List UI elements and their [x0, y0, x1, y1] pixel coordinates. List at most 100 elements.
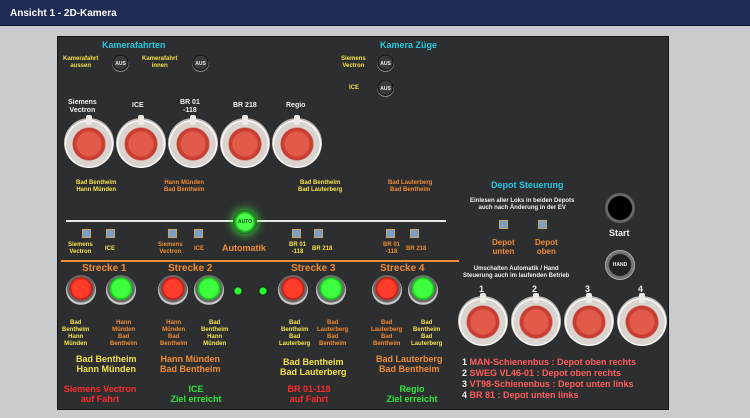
- strecke-3-green-label: Bad Lauterberg Bad Bentheim: [317, 320, 349, 347]
- route-label-1: Bad Bentheim Hann Münden: [76, 180, 117, 193]
- depot-knob-2[interactable]: [511, 293, 561, 346]
- strecke-2-red-button[interactable]: [158, 275, 188, 305]
- checkbox-g3-br01[interactable]: [292, 229, 301, 238]
- aus-label: AUS: [115, 60, 126, 67]
- strecke-1-title: Strecke 1: [82, 263, 127, 274]
- strecke-4-title: Strecke 4: [380, 263, 425, 274]
- depot-knob-4[interactable]: [617, 293, 667, 346]
- strecke-3-status-1: BR 01-118: [287, 384, 331, 394]
- strecke-1-red-button[interactable]: [66, 275, 96, 305]
- strecke-2-status: ICE Ziel erreicht: [166, 384, 226, 404]
- strecke-3-title: Strecke 3: [291, 263, 336, 274]
- checkbox-g4-br01-label: BR 01 -118: [383, 242, 401, 255]
- kamerafahrt-aussen-toggle[interactable]: AUS: [112, 55, 129, 72]
- strecke-4-green-button[interactable]: [408, 275, 438, 305]
- depot-knob-3[interactable]: [564, 293, 614, 346]
- control-panel: Kamerafahrten Kamerafahrt aussen AUS Kam…: [57, 36, 669, 410]
- strecke-2-red-label: Hann Münden Bad Bentheim: [160, 320, 188, 347]
- checkbox-g3-br218-label: BR 218: [312, 246, 333, 252]
- depot-unten-label: Depot unten: [492, 238, 515, 257]
- depot-list-item: 4 BR 81 : Depot unten links: [462, 390, 636, 401]
- strecke-2-route: Hann Münden Bad Bentheim: [160, 354, 221, 375]
- strecke-1-route: Bad Bentheim Hann Münden: [76, 354, 137, 375]
- strecke-3-route: Bad Bentheim Bad Lauterberg: [280, 357, 347, 378]
- knob-label-siemens-vectron: Siemens Vectron: [68, 99, 97, 115]
- depot-list-item: 3 VT98-Schienenbus : Depot unten links: [462, 379, 636, 390]
- strecke-3-red-button[interactable]: [278, 275, 308, 305]
- auto-toggle[interactable]: AUTO: [233, 210, 257, 234]
- strecke-4-red-button[interactable]: [372, 275, 402, 305]
- kamerafahrt-innen-toggle[interactable]: AUS: [192, 55, 209, 72]
- strecke-3-status: BR 01-118 auf Fahrt: [276, 384, 342, 404]
- checkbox-g4-br01[interactable]: [386, 229, 395, 238]
- ice-cam-label: ICE: [349, 85, 360, 91]
- aus-label: AUS: [380, 85, 391, 92]
- depot-einlesen-text: Einlesen aller Loks in beiden Depots auc…: [470, 198, 575, 211]
- knob-br01[interactable]: [168, 115, 218, 168]
- window-title: Ansicht 1 - 2D-Kamera: [10, 8, 117, 19]
- start-label: Start: [609, 228, 630, 238]
- strecke-2-status-2: Ziel erreicht: [170, 394, 222, 404]
- checkbox-g2-ice[interactable]: [194, 229, 203, 238]
- route-label-2: Hann Münden Bad Bentheim: [164, 180, 205, 193]
- knob-label-ice: ICE: [132, 102, 144, 109]
- strecke-1-green-label: Hann Münden Bad Bentheim: [110, 320, 138, 347]
- ice-cam-toggle[interactable]: AUS: [377, 80, 394, 97]
- strecke-2-title: Strecke 2: [168, 263, 213, 274]
- depot-list: 1 MAN-Schienenbus : Depot oben rechts 2 …: [462, 357, 636, 401]
- strecke-1-green-button[interactable]: [106, 275, 136, 305]
- kamerafahrt-aussen-label: Kamerafahrt aussen: [63, 56, 99, 69]
- umschalten-text: Umschalten Automatik / Hand Steuerung au…: [463, 266, 570, 279]
- route-label-4: Bad Lauterberg Bad Bentheim: [388, 180, 433, 193]
- checkbox-g2-ice-label: ICE: [194, 246, 205, 252]
- checkbox-g4-br218[interactable]: [410, 229, 419, 238]
- hand-toggle[interactable]: HAND: [605, 250, 635, 280]
- depot-list-item: 2 SWEG VL46-01 : Depot oben rechts: [462, 368, 636, 379]
- strecke-1-red-label: Bad Bentheim Hann Münden: [62, 320, 90, 347]
- hand-label: HAND: [612, 262, 628, 268]
- strecke-3-red-label: Bad Bentheim Bad Lauterberg: [279, 320, 311, 347]
- checkbox-g3-br01-label: BR 01 -118: [289, 242, 307, 255]
- strecke-3-status-2: auf Fahrt: [289, 394, 329, 404]
- checkbox-g2-siemens[interactable]: [168, 229, 177, 238]
- strecke-1-status-1: Siemens Vectron: [63, 384, 137, 394]
- route-label-3: Bad Bentheim Bad Lauterberg: [298, 180, 343, 193]
- strecke-4-route: Bad Lauterberg Bad Bentheim: [376, 354, 443, 375]
- auto-label: AUTO: [237, 219, 253, 225]
- knob-label-br01: BR 01 -118: [180, 99, 200, 115]
- strecke-1-status-2: auf Fahrt: [80, 394, 120, 404]
- strecke-2-green-button[interactable]: [194, 275, 224, 305]
- window-title-bar: Ansicht 1 - 2D-Kamera: [0, 0, 750, 26]
- kamera-zuege-title: Kamera Züge: [380, 40, 438, 50]
- siemens-vectron-cam-toggle[interactable]: AUS: [377, 55, 394, 72]
- checkbox-g1-siemens-label: Siemens Vectron: [68, 242, 93, 255]
- strecke-4-status: Regio Ziel erreicht: [378, 384, 446, 404]
- aus-label: AUS: [380, 60, 391, 67]
- checkbox-depot-oben[interactable]: [538, 220, 547, 229]
- depot-list-text: MAN-Schienenbus : Depot oben rechts: [469, 357, 637, 367]
- checkbox-g1-ice[interactable]: [106, 229, 115, 238]
- depot-oben-label: Depot oben: [535, 238, 558, 257]
- depot-list-text: BR 81 : Depot unten links: [469, 390, 579, 400]
- checkbox-g3-br218[interactable]: [314, 229, 323, 238]
- strecke-4-status-1: Regio: [399, 384, 425, 394]
- strecke-3-green-button[interactable]: [316, 275, 346, 305]
- knob-ice[interactable]: [116, 115, 166, 168]
- depot-knob-1[interactable]: [458, 293, 508, 346]
- knob-br218[interactable]: [220, 115, 270, 168]
- start-button[interactable]: [605, 193, 635, 223]
- strecke-4-status-2: Ziel erreicht: [386, 394, 438, 404]
- automatik-label: Automatik: [222, 243, 267, 253]
- checkbox-g4-br218-label: BR 218: [406, 246, 427, 252]
- checkbox-depot-unten[interactable]: [499, 220, 508, 229]
- strecke-2-status-1: ICE: [188, 384, 204, 394]
- depot-list-number: 3: [462, 379, 468, 389]
- knob-siemens-vectron[interactable]: [64, 115, 114, 168]
- aus-label: AUS: [195, 60, 206, 67]
- depot-list-number: 1: [462, 357, 468, 367]
- depot-list-item: 1 MAN-Schienenbus : Depot oben rechts: [462, 357, 636, 368]
- depot-list-text: SWEG VL46-01 : Depot oben rechts: [469, 368, 622, 378]
- checkbox-g1-siemens[interactable]: [82, 229, 91, 238]
- knob-regio[interactable]: [272, 115, 322, 168]
- checkbox-g1-ice-label: ICE: [105, 246, 116, 252]
